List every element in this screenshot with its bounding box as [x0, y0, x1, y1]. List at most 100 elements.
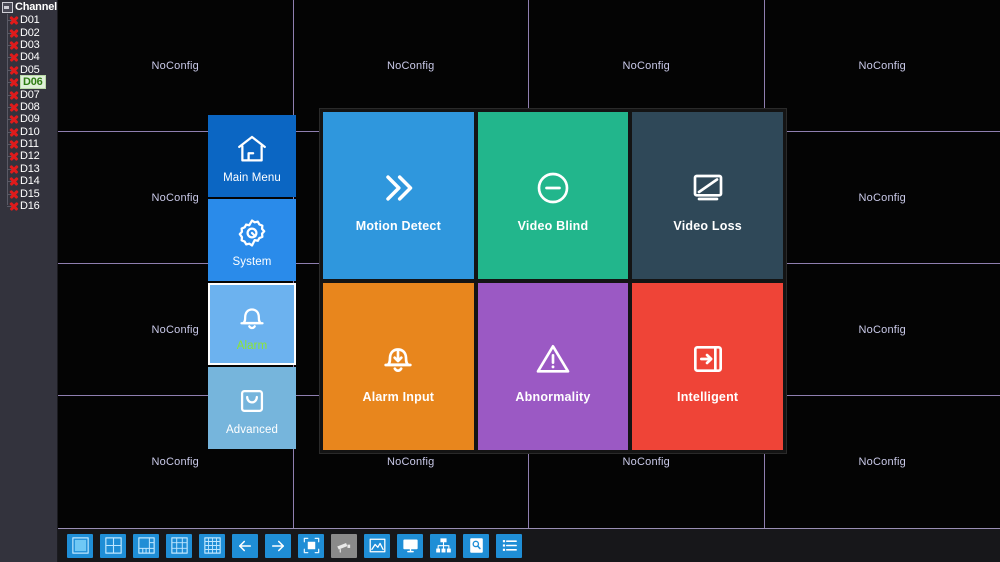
video-cell-status: NoConfig: [858, 191, 906, 204]
channel-item-d10[interactable]: D10: [0, 126, 57, 138]
video-cell[interactable]: NoConfig: [764, 132, 1000, 264]
channel-list: D01 D02 D03 D04 D05 D06 D07 D08 D09 D10 D11 D12 D13 D…: [0, 14, 57, 212]
tile-label: Video Blind: [517, 218, 589, 233]
monitor-icon: [402, 537, 419, 554]
menu-item-main-menu[interactable]: Main Menu: [208, 115, 296, 197]
channel-label: D01: [20, 14, 40, 27]
video-cell-status: NoConfig: [387, 456, 435, 468]
channel-item-d01[interactable]: D01: [0, 14, 57, 26]
channel-label: D08: [20, 100, 40, 113]
channel-item-d03[interactable]: D03: [0, 39, 57, 51]
channel-tree-title: Channel: [15, 1, 57, 13]
tile-label: Alarm Input: [362, 389, 435, 404]
warning-triangle-icon: [533, 330, 573, 388]
tile-intelligent[interactable]: Intelligent: [632, 283, 783, 450]
channel-item-d16[interactable]: D16: [0, 200, 57, 212]
channel-label: D06: [20, 75, 46, 90]
output-adjust-button[interactable]: [397, 533, 423, 558]
menu-list-button[interactable]: [496, 533, 522, 558]
channel-item-d08[interactable]: D08: [0, 101, 57, 113]
channel-label: D04: [20, 51, 40, 64]
channel-item-d09[interactable]: D09: [0, 113, 57, 125]
red-x-icon: [8, 163, 20, 175]
channel-label: D11: [20, 138, 39, 151]
next-page-button[interactable]: [265, 533, 291, 558]
video-cell[interactable]: NoConfig: [764, 396, 1000, 528]
video-cell-status: NoConfig: [387, 59, 435, 72]
bell-icon: [235, 296, 269, 334]
tile-label: Abnormality: [515, 389, 591, 404]
bell-download-icon: [378, 330, 418, 388]
red-x-icon: [8, 113, 20, 125]
sixteen-pane-icon: [203, 537, 221, 554]
monitor-slash-icon: [688, 159, 728, 217]
menu-item-advanced[interactable]: Advanced: [208, 367, 296, 449]
tile-video-blind[interactable]: Video Blind: [477, 112, 629, 279]
menu-item-label: Alarm: [236, 340, 268, 352]
bottom-toolbar: [58, 528, 1000, 562]
previous-page-button[interactable]: [232, 533, 258, 558]
view-9-split-button[interactable]: [166, 533, 192, 558]
channel-item-d15[interactable]: D15: [0, 187, 57, 200]
channel-item-d05[interactable]: D05: [0, 64, 57, 76]
tile-video-loss[interactable]: Video Loss: [632, 112, 783, 279]
red-x-icon: [8, 51, 20, 63]
video-cell[interactable]: NoConfig: [764, 264, 1000, 396]
fullscreen-icon: [303, 537, 320, 554]
tile-label: Video Loss: [673, 218, 742, 233]
video-cell[interactable]: NoConfig: [764, 0, 1000, 132]
channel-label: D07: [20, 88, 40, 101]
quick-menu: Main Menu System Alarm Advanced: [208, 115, 296, 451]
video-cell-status: NoConfig: [151, 191, 199, 204]
tile-label: Intelligent: [677, 389, 739, 404]
view-4-split-button[interactable]: [100, 533, 126, 558]
arrow-right-icon: [269, 537, 287, 555]
channel-item-d04[interactable]: D04: [0, 51, 57, 63]
channel-item-d02[interactable]: D02: [0, 26, 57, 39]
red-x-icon: [8, 27, 20, 39]
channel-label: D15: [20, 187, 40, 200]
toolbox-icon: [235, 380, 269, 418]
channel-label: D03: [20, 38, 40, 51]
alarm-function-panel: Motion Detect Video Blind Video Loss Alarm …: [319, 108, 787, 454]
menu-item-label: System: [232, 256, 272, 268]
arrow-into-door-icon: [688, 330, 728, 388]
video-cell[interactable]: NoConfig: [58, 0, 294, 132]
nvr-live-view-screen: NoConfig NoConfig NoConfig NoConfig NoConfig…: [0, 0, 1000, 562]
channel-label: D10: [20, 125, 40, 138]
channel-item-d14[interactable]: D14: [0, 175, 57, 187]
tile-alarm-input[interactable]: Alarm Input: [323, 283, 474, 450]
view-16-split-button[interactable]: [199, 533, 225, 558]
tile-motion-detect[interactable]: Motion Detect: [323, 112, 474, 279]
channel-label: D09: [20, 113, 40, 126]
fullscreen-button[interactable]: [298, 533, 324, 558]
tile-abnormality[interactable]: Abnormality: [477, 283, 629, 450]
remote-device-button[interactable]: [430, 533, 456, 558]
red-x-icon: [8, 175, 20, 187]
red-x-icon: [8, 150, 20, 162]
channel-label: D02: [20, 26, 40, 39]
single-pane-icon: [71, 537, 89, 554]
channel-label: D16: [20, 200, 40, 213]
menu-item-alarm[interactable]: Alarm: [208, 283, 296, 365]
record-search-button[interactable]: [463, 533, 489, 558]
channel-item-d07[interactable]: D07: [0, 88, 57, 101]
red-x-icon: [8, 14, 20, 26]
channel-item-d12[interactable]: D12: [0, 150, 57, 162]
channel-item-d06[interactable]: D06: [0, 75, 57, 90]
home-icon: [235, 128, 269, 166]
nine-pane-icon: [170, 537, 188, 554]
view-6-split-button[interactable]: [133, 533, 159, 558]
channel-item-d13[interactable]: D13: [0, 163, 57, 175]
channel-tree-header[interactable]: Channel: [0, 0, 57, 14]
color-setting-button[interactable]: [364, 533, 390, 558]
video-cell-status: NoConfig: [151, 323, 199, 336]
tile-label: Motion Detect: [355, 218, 441, 233]
red-x-icon: [8, 138, 20, 150]
menu-item-system[interactable]: System: [208, 199, 296, 281]
minus-circle-icon: [533, 159, 573, 217]
channel-item-d11[interactable]: D11: [0, 138, 57, 150]
channel-label: D13: [20, 162, 40, 175]
red-x-icon: [8, 89, 20, 101]
view-1-split-button[interactable]: [67, 533, 93, 558]
